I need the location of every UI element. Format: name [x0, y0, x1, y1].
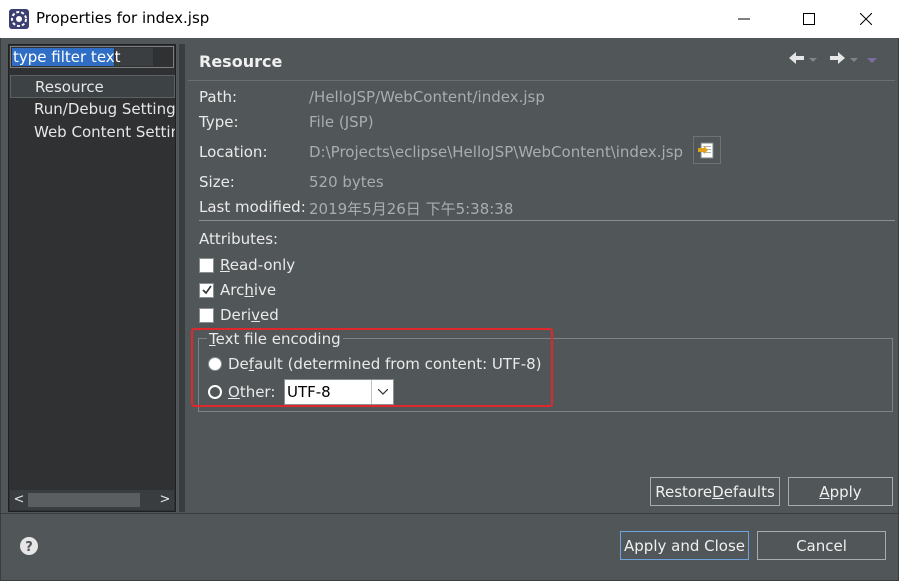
forward-arrow-icon[interactable]: [830, 52, 845, 64]
section-separator: [199, 220, 895, 221]
derived-label: Derived: [220, 306, 279, 324]
folder-open-icon: [698, 142, 714, 159]
cancel-button[interactable]: Cancel: [757, 531, 886, 560]
panel-splitter[interactable]: [179, 44, 185, 512]
last-modified-label: Last modified:: [199, 198, 306, 216]
window-title: Properties for index.jsp: [36, 9, 210, 27]
scroll-right-icon[interactable]: >: [156, 490, 174, 510]
minimize-icon: [738, 18, 750, 20]
maximize-icon: [803, 13, 815, 25]
tree-item-run-debug-settings[interactable]: Run/Debug Settings: [10, 98, 175, 121]
location-label: Location:: [199, 143, 268, 161]
archive-checkbox[interactable]: [199, 282, 214, 298]
close-button[interactable]: [843, 0, 889, 38]
highlight-annotation-box: [191, 328, 553, 407]
maximize-button[interactable]: [786, 0, 832, 38]
eclipse-app-icon: [9, 9, 29, 29]
resource-page: Resource Path: /HelloJSP/WebContent/inde…: [188, 44, 895, 512]
tree-item-web-content-settings[interactable]: Web Content Settings: [10, 121, 175, 144]
scrollbar-thumb[interactable]: [28, 493, 140, 507]
title-separator: [188, 80, 895, 81]
type-value: File (JSP): [309, 113, 374, 131]
readonly-checkbox[interactable]: [199, 257, 214, 273]
view-menu-icon[interactable]: [867, 58, 877, 63]
type-label: Type:: [199, 113, 239, 131]
archive-checkbox-row[interactable]: Archive: [199, 280, 276, 300]
path-value: /HelloJSP/WebContent/index.jsp: [309, 88, 545, 106]
page-title: Resource: [199, 52, 283, 71]
derived-checkbox-row[interactable]: Derived: [199, 305, 279, 325]
filter-input[interactable]: type filter text: [10, 46, 174, 68]
title-bar: Properties for index.jsp: [0, 0, 899, 38]
back-arrow-icon[interactable]: [789, 52, 804, 64]
tree-horizontal-scrollbar[interactable]: < >: [10, 490, 174, 510]
restore-defaults-button[interactable]: Restore Defaults: [650, 477, 780, 506]
forward-dropdown-icon[interactable]: [850, 58, 858, 62]
size-value: 520 bytes: [309, 173, 384, 191]
location-value: D:\Projects\eclipse\HelloJSP\WebContent\…: [309, 143, 684, 161]
filter-placeholder: type filter text: [13, 48, 121, 66]
close-icon: [860, 13, 872, 25]
archive-label: Archive: [220, 281, 277, 299]
show-in-explorer-button[interactable]: [693, 136, 721, 164]
checkmark-icon: [201, 285, 212, 295]
derived-checkbox[interactable]: [199, 307, 214, 323]
apply-and-close-button[interactable]: Apply and Close: [620, 531, 749, 560]
back-dropdown-icon[interactable]: [809, 58, 817, 62]
attributes-heading: Attributes:: [199, 230, 279, 248]
readonly-checkbox-row[interactable]: Read-only: [199, 255, 295, 275]
scroll-left-icon[interactable]: <: [10, 490, 28, 510]
tree-item-resource[interactable]: Resource: [10, 75, 175, 98]
minimize-button[interactable]: [721, 0, 767, 38]
size-label: Size:: [199, 173, 235, 191]
help-icon[interactable]: ?: [19, 536, 39, 556]
properties-dialog: type filter text Resource Run/Debug Sett…: [0, 38, 899, 581]
last-modified-value: 2019年5月26日 下午5:38:38: [309, 200, 514, 218]
svg-text:?: ?: [25, 540, 33, 555]
apply-button[interactable]: Apply: [788, 477, 893, 506]
category-tree-panel: type filter text Resource Run/Debug Sett…: [8, 44, 176, 512]
dialog-separator: [1, 513, 898, 514]
readonly-label: Read-only: [220, 256, 296, 274]
path-label: Path:: [199, 88, 238, 106]
page-navigation: [789, 52, 877, 64]
